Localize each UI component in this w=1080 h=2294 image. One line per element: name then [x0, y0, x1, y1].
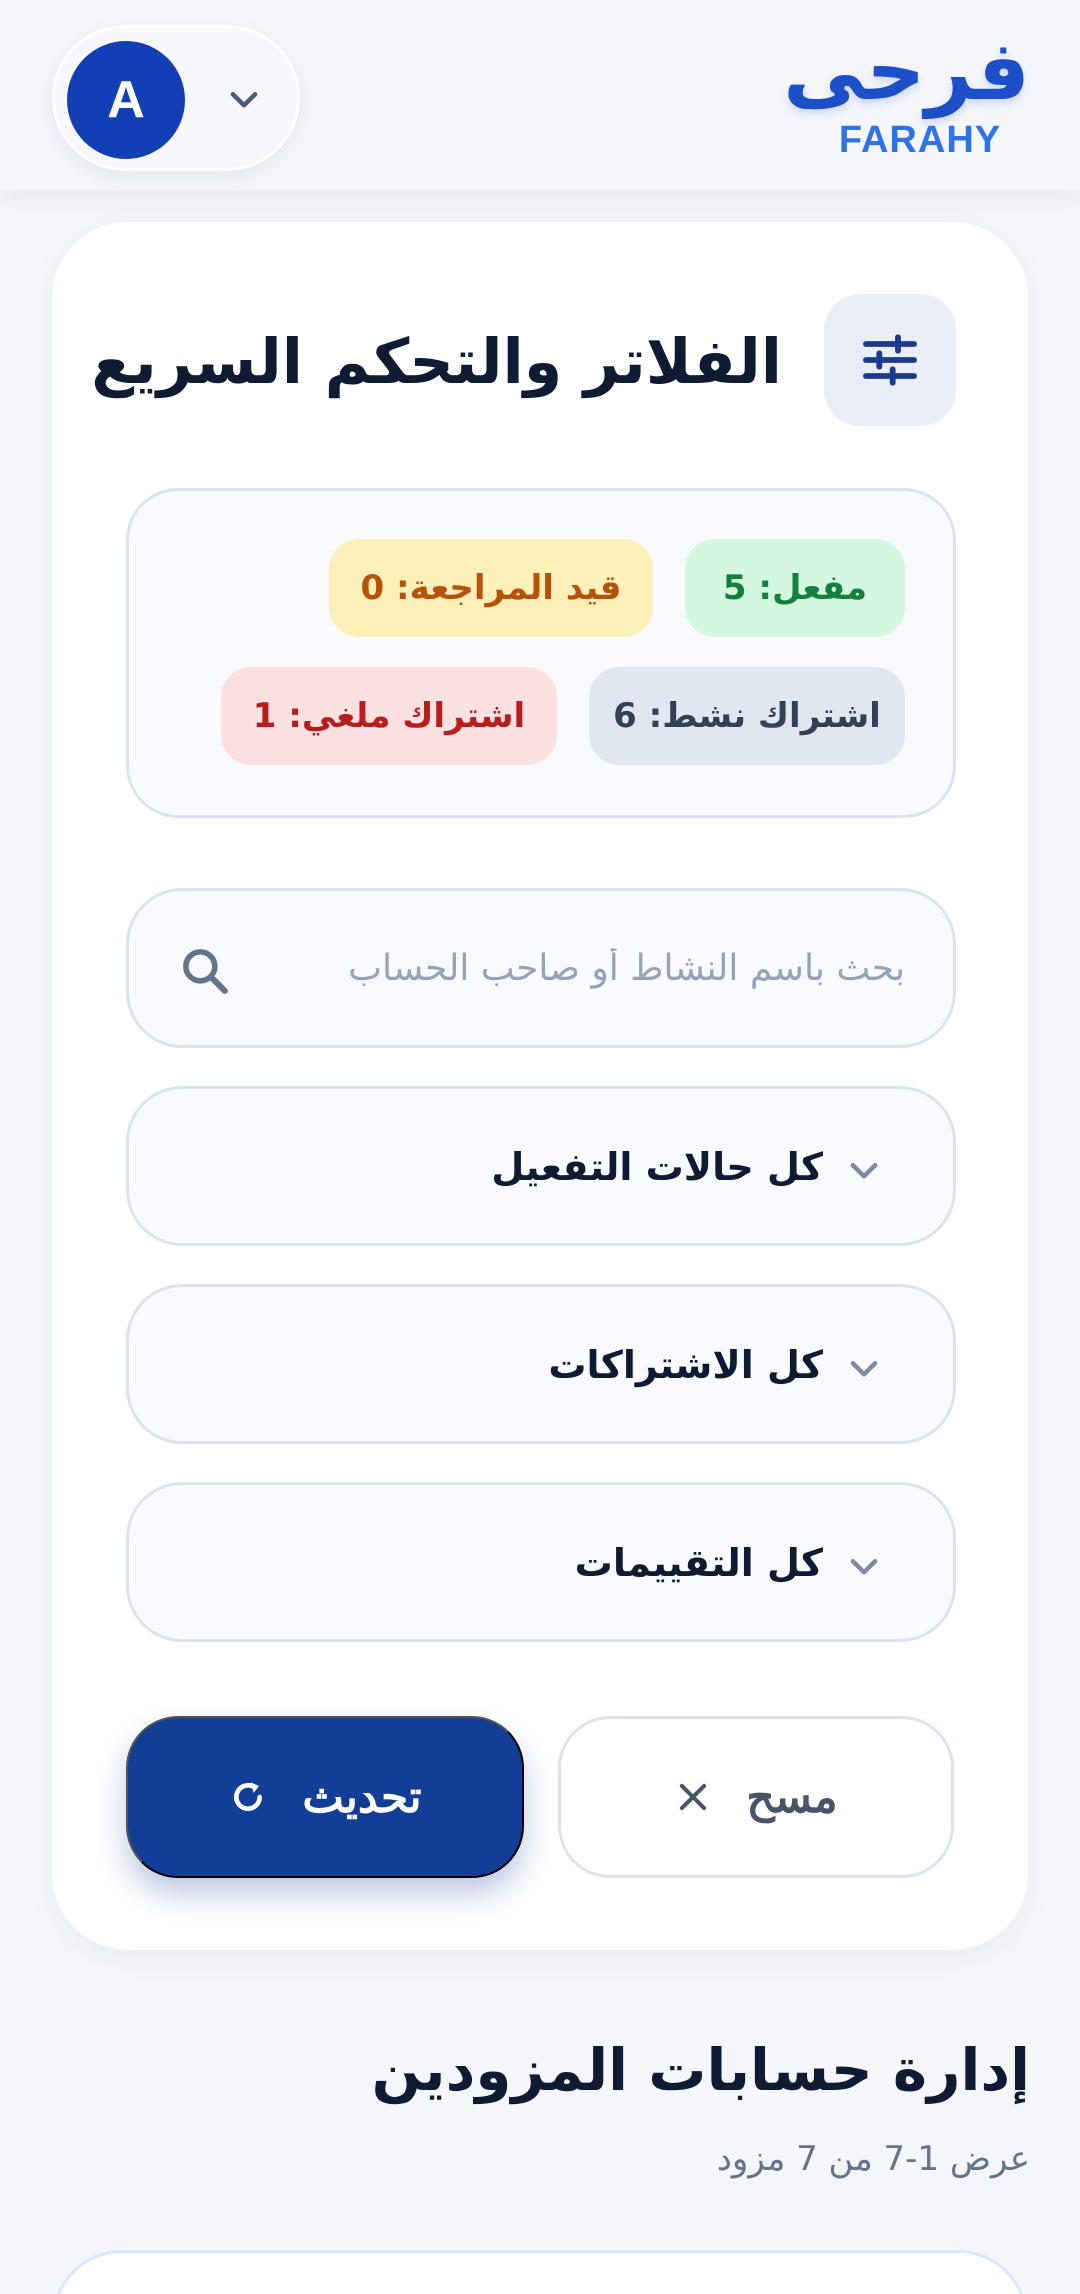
refresh-icon: [234, 1782, 263, 1811]
status-badge-active-subscription: اشتراك نشط: 6: [589, 667, 905, 765]
sliders-icon: [824, 294, 956, 426]
subscriptions-select[interactable]: كل الاشتراكات: [126, 1284, 956, 1444]
ratings-select[interactable]: كل التقييمات: [126, 1482, 956, 1642]
refresh-button[interactable]: تحديث: [126, 1716, 524, 1878]
activation-status-select[interactable]: كل حالات التفعيل: [126, 1086, 956, 1246]
ratings-value: كل التقييمات: [574, 1541, 823, 1585]
refresh-button-label: تحديث: [302, 1772, 422, 1822]
results-count: عرض 1-7 من 7 مزود: [716, 2139, 1030, 2179]
account-menu-button[interactable]: A: [52, 25, 300, 171]
search-box: [126, 888, 956, 1048]
chevron-down-icon: [230, 92, 258, 108]
search-icon[interactable]: [177, 943, 233, 999]
filters-card: الفلاتر والتحكم السريع مفعل: 5 قيد المرا…: [52, 222, 1028, 1950]
chevron-down-icon: [850, 1559, 878, 1575]
clear-button-label: مسح: [746, 1772, 838, 1822]
chevron-down-icon: [850, 1163, 878, 1179]
top-bar: فرحى FARAHY A: [0, 0, 1080, 190]
status-badge-cancelled-subscription: اشتراك ملغي: 1: [221, 667, 557, 765]
brand-name-arabic: فرحى: [783, 24, 1030, 119]
status-badge-under-review: قيد المراجعة: 0: [329, 539, 653, 637]
section-title: إدارة حسابات المزودين: [371, 2036, 1030, 2104]
status-summary: مفعل: 5 قيد المراجعة: 0 اشتراك نشط: 6 اش…: [126, 488, 956, 818]
status-badge-active: مفعل: 5: [685, 539, 905, 637]
close-icon: [680, 1783, 707, 1811]
brand-logo[interactable]: فرحى FARAHY: [783, 22, 1030, 172]
activation-status-value: كل حالات التفعيل: [491, 1145, 823, 1189]
clear-button[interactable]: مسح: [558, 1716, 954, 1878]
filters-title: الفلاتر والتحكم السريع: [91, 325, 782, 398]
chevron-down-icon: [850, 1361, 878, 1377]
brand-name-latin: FARAHY: [838, 119, 1002, 161]
avatar: A: [67, 41, 185, 159]
search-input[interactable]: [265, 931, 905, 1005]
subscriptions-value: كل الاشتراكات: [548, 1343, 823, 1387]
provider-card[interactable]: [52, 2250, 1028, 2294]
